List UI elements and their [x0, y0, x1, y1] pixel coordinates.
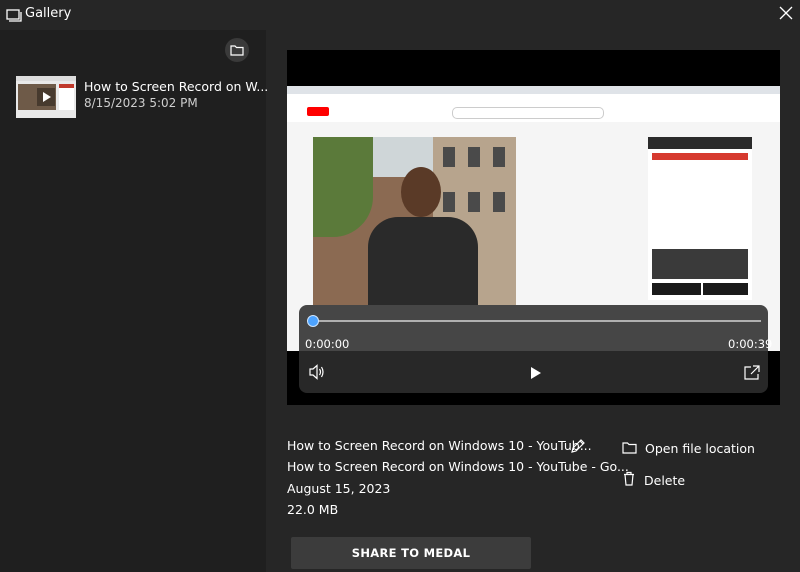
volume-icon[interactable] — [307, 362, 327, 382]
open-file-location-button[interactable]: Open file location — [622, 439, 755, 458]
gallery-icon — [6, 7, 22, 22]
gallery-item-title: How to Screen Record on W... — [84, 79, 269, 94]
seek-handle[interactable] — [307, 315, 319, 327]
title-bar: Gallery — [0, 0, 800, 30]
recording-source: How to Screen Record on Windows 10 - You… — [287, 459, 629, 474]
duration: 0:00:39 — [728, 337, 773, 351]
open-folder-button[interactable] — [225, 38, 249, 62]
current-time: 0:00:00 — [305, 337, 350, 351]
close-button[interactable] — [772, 0, 800, 28]
open-file-location-label: Open file location — [645, 441, 755, 456]
delete-button[interactable]: Delete — [622, 471, 685, 490]
share-to-medal-button[interactable]: SHARE TO MEDAL — [291, 537, 531, 569]
gallery-item[interactable]: How to Screen Record on W... 8/15/2023 5… — [14, 74, 268, 120]
recording-date: August 15, 2023 — [287, 481, 391, 496]
trash-icon — [622, 471, 636, 490]
gallery-item-date: 8/15/2023 5:02 PM — [84, 96, 198, 110]
play-icon — [16, 76, 76, 118]
window-title: Gallery — [25, 6, 72, 21]
folder-icon[interactable] — [230, 41, 244, 60]
youtube-logo-icon — [307, 107, 329, 116]
close-icon[interactable] — [779, 5, 793, 24]
recording-title: How to Screen Record on Windows 10 - You… — [287, 438, 592, 453]
share-icon[interactable] — [742, 363, 762, 383]
seek-bar[interactable] — [312, 320, 761, 322]
folder-icon — [622, 439, 637, 458]
video-scene-image — [313, 137, 516, 305]
pencil-icon[interactable] — [569, 437, 587, 455]
video-thumbnail[interactable] — [16, 76, 76, 118]
play-icon[interactable] — [525, 363, 545, 383]
stats-panel-image — [648, 137, 752, 300]
recording-size: 22.0 MB — [287, 502, 339, 517]
delete-label: Delete — [644, 473, 686, 488]
